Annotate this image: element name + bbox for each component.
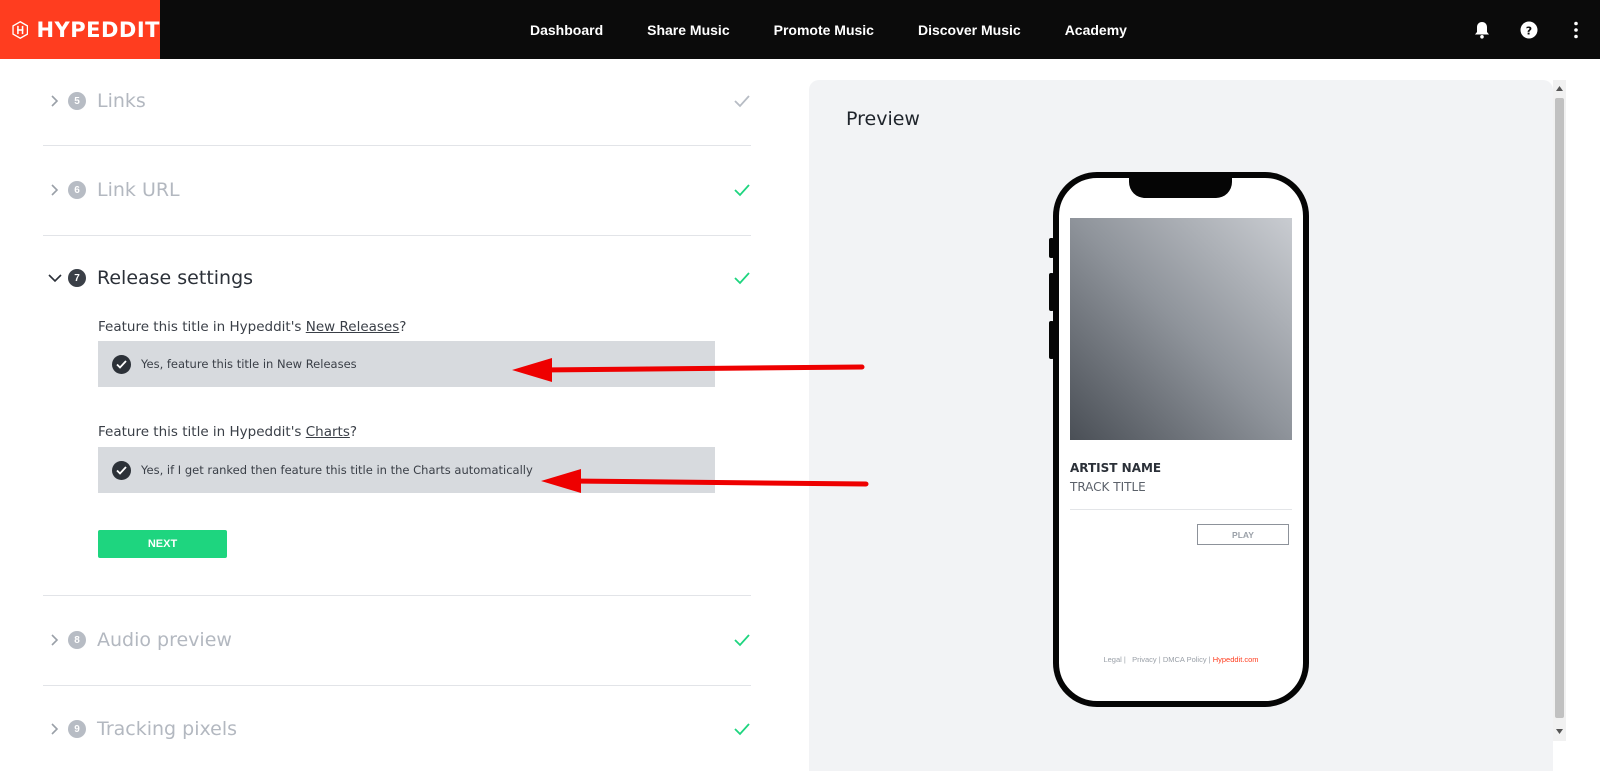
scroll-down-arrow-icon[interactable] — [1555, 726, 1564, 736]
step-title: Tracking pixels — [97, 718, 238, 740]
check-icon — [734, 184, 750, 197]
preview-panel: Preview ARTIST NAME TRACK TITLE PLAY Leg… — [809, 80, 1553, 771]
new-releases-option[interactable]: Yes, feature this title in New Releases — [98, 341, 715, 387]
chevron-right-icon — [51, 95, 59, 107]
track-title: TRACK TITLE — [1070, 480, 1146, 494]
artist-name: ARTIST NAME — [1070, 461, 1162, 475]
legal-link[interactable]: Legal | — [1103, 655, 1125, 664]
step-audio-preview: 8 Audio preview — [43, 596, 751, 686]
nav-share-music[interactable]: Share Music — [647, 22, 729, 38]
phone-notch — [1129, 172, 1232, 198]
main-nav: Dashboard Share Music Promote Music Disc… — [530, 0, 1171, 59]
divider — [1070, 509, 1292, 510]
chevron-right-icon — [51, 634, 59, 646]
new-releases-question: Feature this title in Hypeddit's New Rel… — [98, 319, 406, 335]
question-suffix: ? — [349, 424, 358, 440]
step-number: 8 — [68, 631, 86, 649]
page-scrollbar[interactable] — [1553, 80, 1566, 741]
step-release-settings-header[interactable]: 7 Release settings — [43, 263, 751, 293]
top-icon-group: ? — [1472, 0, 1600, 59]
step-links-header[interactable]: 5 Links — [43, 86, 751, 116]
phone-mockup: ARTIST NAME TRACK TITLE PLAY Legal | Pri… — [1049, 172, 1309, 707]
chevron-down-icon — [48, 274, 62, 283]
top-navbar: HYPEDDIT Dashboard Share Music Promote M… — [0, 0, 1600, 59]
check-icon — [734, 723, 750, 736]
more-vertical-icon[interactable] — [1566, 20, 1586, 40]
check-icon — [734, 634, 750, 647]
scrollbar-thumb[interactable] — [1555, 98, 1564, 718]
svg-text:?: ? — [1526, 24, 1532, 37]
dmca-link[interactable]: DMCA Policy | — [1163, 655, 1211, 664]
step-title: Links — [97, 90, 146, 112]
question-prefix: Feature this title in Hypeddit's — [98, 319, 306, 335]
step-title: Audio preview — [97, 629, 232, 651]
chevron-right-icon — [51, 723, 59, 735]
phone-side-button — [1304, 290, 1309, 348]
charts-link[interactable]: Charts — [306, 424, 350, 440]
nav-promote-music[interactable]: Promote Music — [774, 22, 874, 38]
step-number: 6 — [68, 181, 86, 199]
phone-side-button — [1049, 321, 1054, 359]
step-number: 5 — [68, 92, 86, 110]
chevron-right-icon — [51, 184, 59, 196]
new-releases-option-label: Yes, feature this title in New Releases — [141, 357, 357, 371]
phone-side-button — [1049, 238, 1054, 258]
step-release-settings: 7 Release settings Feature this title in… — [43, 236, 751, 596]
step-link-url: 6 Link URL — [43, 146, 751, 236]
step-link-url-header[interactable]: 6 Link URL — [43, 175, 751, 205]
check-circle-icon — [112, 354, 131, 374]
nav-academy[interactable]: Academy — [1065, 22, 1127, 38]
question-prefix: Feature this title in Hypeddit's — [98, 424, 306, 440]
phone-side-button — [1049, 273, 1054, 311]
privacy-link[interactable]: Privacy | — [1132, 655, 1161, 664]
scroll-up-arrow-icon[interactable] — [1555, 83, 1564, 93]
question-suffix: ? — [399, 319, 407, 335]
bell-icon[interactable] — [1472, 20, 1492, 40]
brand-logo[interactable]: HYPEDDIT — [0, 0, 160, 59]
play-button[interactable]: PLAY — [1197, 524, 1289, 545]
step-title: Release settings — [97, 267, 254, 289]
steps-accordion: 5 Links 6 Link URL 7 Release settings Fe… — [43, 59, 751, 771]
hypeddit-site-link[interactable]: Hypeddit.com — [1213, 655, 1259, 664]
nav-dashboard[interactable]: Dashboard — [530, 22, 603, 38]
charts-question: Feature this title in Hypeddit's Charts? — [98, 424, 357, 440]
step-links: 5 Links — [43, 59, 751, 146]
check-icon — [734, 272, 750, 285]
charts-option-label: Yes, if I get ranked then feature this t… — [141, 463, 533, 477]
preview-title: Preview — [846, 108, 920, 130]
charts-option[interactable]: Yes, if I get ranked then feature this t… — [98, 447, 715, 493]
brand-name: HYPEDDIT — [36, 17, 160, 42]
step-audio-preview-header[interactable]: 8 Audio preview — [43, 625, 751, 655]
check-icon — [734, 95, 750, 108]
step-tracking-pixels-header[interactable]: 9 Tracking pixels — [43, 714, 751, 744]
step-tracking-pixels: 9 Tracking pixels — [43, 686, 751, 771]
next-button[interactable]: NEXT — [98, 530, 227, 558]
help-icon[interactable]: ? — [1519, 20, 1539, 40]
check-circle-icon — [112, 460, 131, 480]
step-title: Link URL — [97, 179, 180, 201]
hypeddit-logo-icon — [12, 20, 29, 39]
album-artwork — [1070, 218, 1292, 440]
step-number: 9 — [68, 720, 86, 738]
preview-footer-links: Legal | Privacy | DMCA Policy | Hypeddit… — [1059, 655, 1303, 664]
nav-discover-music[interactable]: Discover Music — [918, 22, 1021, 38]
new-releases-link[interactable]: New Releases — [306, 319, 400, 335]
step-number: 7 — [68, 269, 86, 287]
